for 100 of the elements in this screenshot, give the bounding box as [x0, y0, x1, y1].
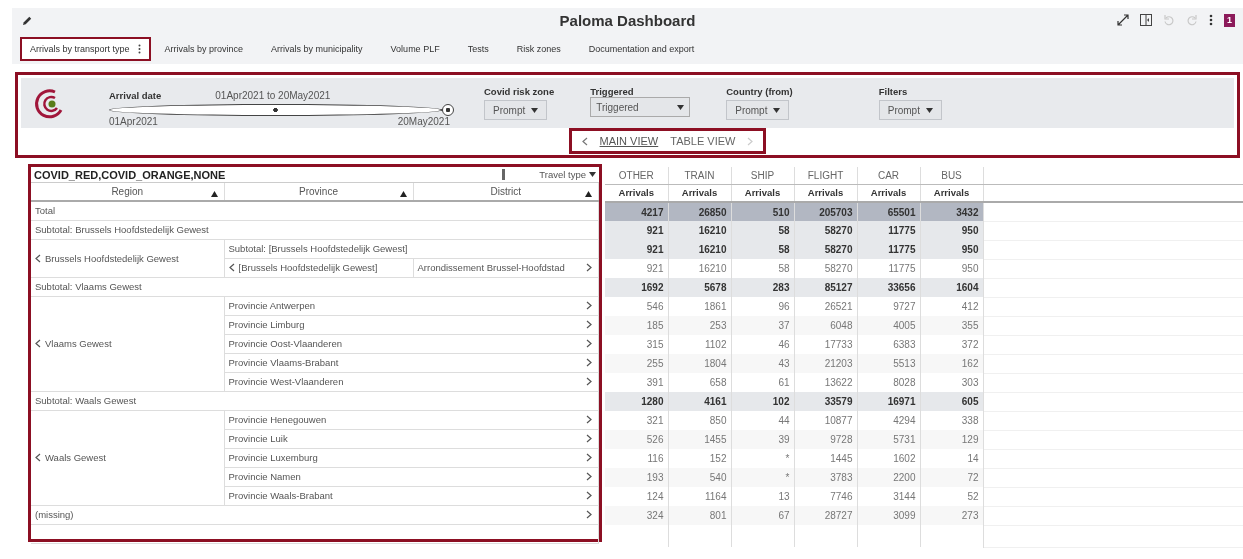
row-label[interactable]: Provincie Namen — [228, 471, 301, 482]
row-label[interactable]: Provincie Antwerpen — [228, 300, 316, 311]
table-cell: 16210 — [668, 240, 731, 259]
column-header[interactable]: Province — [299, 186, 338, 197]
more-icon[interactable] — [1209, 14, 1213, 26]
table-cell: 1692 — [605, 278, 668, 297]
split-panel-icon[interactable] — [1140, 14, 1152, 26]
expand-icon[interactable] — [1117, 14, 1129, 26]
table-cell: 303 — [920, 373, 983, 392]
row-label[interactable]: Subtotal: Waals Gewest — [35, 395, 137, 406]
chevron-right-icon[interactable] — [586, 472, 592, 481]
row-label[interactable]: Provincie West-Vlaanderen — [228, 376, 344, 387]
dropdown[interactable]: Triggered — [590, 97, 691, 117]
tab[interactable]: Arrivals by province — [150, 37, 258, 61]
row-label[interactable]: Provincie Limburg — [228, 319, 305, 330]
dropdown[interactable]: Prompt — [878, 100, 942, 120]
chevron-right-icon[interactable] — [586, 263, 592, 272]
dashboard-title: Paloma Dashboard — [559, 11, 696, 29]
measure-header: Arrivals — [681, 187, 718, 199]
tab[interactable]: Arrivals by municipality — [257, 37, 377, 61]
column-header[interactable]: BUS — [941, 169, 962, 181]
table-cell: 58 — [731, 221, 794, 240]
notification-badge[interactable]: 1 — [1224, 13, 1235, 27]
row-label[interactable]: Arrondissement Brussel-Hoofdstad — [417, 262, 565, 273]
column-header[interactable]: TRAIN — [684, 169, 715, 181]
resize-handle-icon[interactable] — [502, 169, 506, 180]
table-cell: 16210 — [668, 221, 731, 240]
column-header[interactable]: CAR — [877, 169, 900, 181]
chevron-left-icon[interactable] — [228, 263, 235, 272]
row-label[interactable]: Vlaams Gewest — [45, 338, 112, 349]
table-cell: 372 — [920, 335, 983, 354]
row-label[interactable]: Total — [35, 205, 56, 217]
tab[interactable]: Tests — [453, 37, 503, 61]
row-label[interactable]: Brussels Hoofdstedelijk Gewest — [45, 252, 179, 264]
column-header[interactable]: SHIP — [750, 169, 775, 181]
table-cell: 921 — [605, 259, 668, 278]
chevron-right-icon[interactable] — [586, 510, 592, 519]
caret-icon — [677, 104, 685, 110]
chevron-right-icon[interactable] — [586, 453, 592, 462]
table-cell: 9728 — [794, 430, 857, 449]
table-cell: 3783 — [794, 468, 857, 487]
measure-header: Arrivals — [618, 187, 654, 199]
table-cell: 5513 — [857, 354, 920, 373]
table-cell: 5731 — [857, 430, 920, 449]
chevron-left-icon[interactable] — [581, 136, 588, 146]
table-cell: 950 — [920, 221, 983, 240]
table-cell: 338 — [920, 411, 983, 430]
dropdown[interactable]: Prompt — [726, 100, 790, 120]
chevron-left-icon[interactable] — [35, 453, 41, 462]
table-cell: 58270 — [794, 221, 857, 240]
table-cell: 921 — [605, 240, 668, 259]
chevron-right-icon[interactable] — [586, 434, 592, 443]
column-header[interactable]: FLIGHT — [807, 169, 844, 181]
row-label[interactable]: Waals Gewest — [45, 452, 106, 463]
row-label[interactable]: Provincie Henegouwen — [228, 414, 327, 425]
tab[interactable]: Arrivals by transport type — [20, 37, 151, 61]
table-cell: 16971 — [857, 392, 920, 411]
table-cell: 273 — [920, 506, 983, 525]
chevron-right-icon[interactable] — [586, 339, 592, 348]
dropdown[interactable]: Prompt — [484, 100, 548, 120]
row-label[interactable]: Provincie Waals-Brabant — [228, 490, 333, 501]
more-icon[interactable] — [137, 44, 141, 54]
table-cell: 26521 — [794, 297, 857, 316]
chevron-right-icon[interactable] — [586, 358, 592, 367]
row-label[interactable]: Subtotal: Brussels Hoofdstedelijk Gewest — [35, 224, 209, 235]
row-label[interactable]: Provincie Luik — [228, 433, 288, 444]
view-link[interactable]: MAIN VIEW — [599, 135, 659, 147]
table-cell: 185 — [605, 316, 668, 335]
row-label[interactable]: Subtotal: [Brussels Hoofdstedelijk Gewest] — [228, 243, 408, 254]
table-cell: 412 — [920, 297, 983, 316]
chevron-left-icon[interactable] — [35, 339, 41, 348]
table-cell: 46 — [731, 335, 794, 354]
tab[interactable]: Volume PLF — [376, 37, 454, 61]
column-header[interactable]: OTHER — [618, 169, 654, 181]
row-label[interactable]: Subtotal: Vlaams Gewest — [35, 281, 142, 292]
column-header[interactable]: Region — [111, 186, 144, 197]
chevron-right-icon[interactable] — [586, 301, 592, 310]
filter-label: Triggered — [590, 86, 635, 97]
column-dropdown[interactable]: Travel type — [539, 169, 596, 180]
chevron-right-icon[interactable] — [586, 415, 592, 424]
row-label[interactable]: Provincie Vlaams-Brabant — [228, 357, 339, 368]
view-link[interactable]: TABLE VIEW — [670, 135, 736, 147]
tab[interactable]: Risk zones — [502, 37, 575, 61]
sort-icon[interactable] — [210, 191, 218, 197]
row-label[interactable]: Provincie Oost-Vlaanderen — [228, 338, 343, 349]
table-cell: 1164 — [668, 487, 731, 506]
sort-icon[interactable] — [399, 191, 407, 197]
column-header[interactable]: District — [490, 186, 522, 197]
table-cell: 58270 — [794, 240, 857, 259]
chevron-right-icon[interactable] — [586, 320, 592, 329]
row-label[interactable]: Provincie Luxemburg — [228, 452, 318, 463]
chevron-right-icon[interactable] — [586, 377, 592, 386]
chevron-left-icon[interactable] — [35, 253, 41, 263]
table-cell: 116 — [605, 449, 668, 468]
row-label[interactable]: (missing) — [35, 509, 74, 520]
chevron-right-icon[interactable] — [586, 491, 592, 500]
tab[interactable]: Documentation and export — [574, 37, 709, 61]
sort-icon[interactable] — [585, 191, 592, 197]
pencil-icon[interactable] — [22, 14, 33, 26]
row-label[interactable]: [Brussels Hoofdstedelijk Gewest] — [238, 262, 378, 273]
